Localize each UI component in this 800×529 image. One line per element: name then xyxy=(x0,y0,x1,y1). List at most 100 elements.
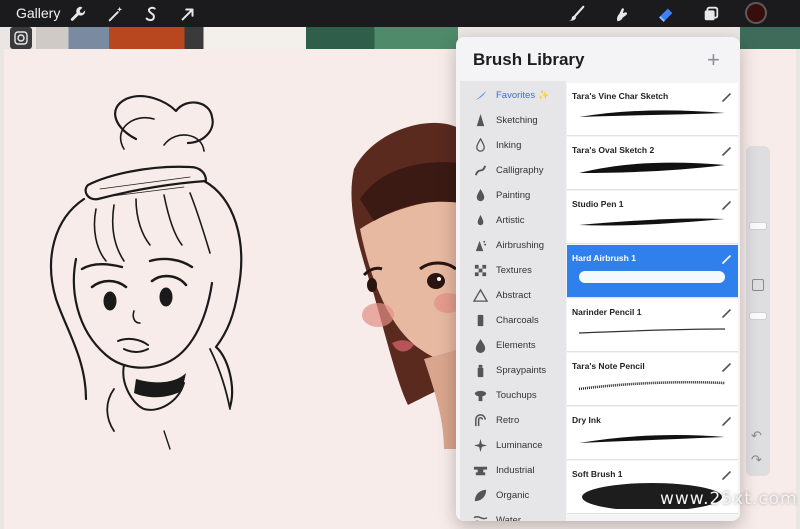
panel-title: Brush Library xyxy=(473,50,585,69)
triangle-icon xyxy=(468,287,492,305)
eraser-icon[interactable] xyxy=(655,3,677,25)
reference-toggle-button[interactable] xyxy=(10,27,32,49)
selection-icon[interactable] xyxy=(141,3,163,25)
brush-set-label: Retro xyxy=(496,415,520,426)
brush-set-textures[interactable]: Textures xyxy=(460,258,566,283)
redo-icon[interactable]: ↷ xyxy=(751,452,762,468)
brush-edit-icon[interactable] xyxy=(722,413,732,426)
paint-drop-icon xyxy=(468,187,492,205)
brush-set-spraypaints[interactable]: Spraypaints xyxy=(460,358,566,383)
brush-set-label: Calligraphy xyxy=(496,165,544,176)
brush-name: Hard Airbrush 1 xyxy=(572,253,636,263)
calligraphy-icon xyxy=(468,162,492,180)
sparkle-icon xyxy=(468,437,492,455)
water-icon xyxy=(468,512,492,521)
brush-stroke-preview xyxy=(577,101,727,131)
brush-set-elements[interactable]: Elements xyxy=(460,333,566,358)
reference-image-strip-2 xyxy=(306,27,458,49)
brush-set-retro[interactable]: Retro xyxy=(460,408,566,433)
colored-girl-drawing xyxy=(351,122,462,449)
brush-edit-icon[interactable] xyxy=(722,467,732,480)
brush-set-label: Industrial xyxy=(496,465,535,476)
brush-edit-icon[interactable] xyxy=(722,305,732,318)
spray-can-icon xyxy=(468,362,492,380)
add-brush-button[interactable]: + xyxy=(707,49,720,71)
reference-image-strip xyxy=(36,27,306,49)
anvil-icon xyxy=(468,462,492,480)
brush-set-airbrushing[interactable]: Airbrushing xyxy=(460,233,566,258)
brush-set-label: Water xyxy=(496,515,521,521)
brush-set-list: Favorites ✨ Sketching Inking Calligraphy Pain… xyxy=(460,81,566,521)
brush-name: Tara's Vine Char Sketch xyxy=(572,91,669,101)
brush-set-water[interactable]: Water xyxy=(460,508,566,521)
brush-name: Dry Ink xyxy=(572,415,601,425)
brush-item[interactable]: Tara's Oval Sketch 2 xyxy=(567,137,738,190)
transform-arrow-icon[interactable] xyxy=(177,3,199,25)
brush-stroke-preview xyxy=(577,155,727,185)
retro-icon xyxy=(468,412,492,430)
leaf-icon xyxy=(468,487,492,505)
artistic-drop-icon xyxy=(468,212,492,230)
modify-button[interactable] xyxy=(752,279,764,291)
brush-set-label: Painting xyxy=(496,190,531,201)
brush-library-panel: Brush Library + Favorites ✨ Sketching Inkin… xyxy=(456,37,740,521)
brush-set-favorites[interactable]: Favorites ✨ xyxy=(460,83,566,108)
airbrush-icon xyxy=(468,237,492,255)
brush-item[interactable]: Narinder Pencil 1 xyxy=(567,299,738,352)
brush-set-label: Airbrushing xyxy=(496,240,545,251)
brush-stroke-preview xyxy=(577,425,727,455)
sparkle-icon: ✨ xyxy=(538,90,550,100)
brush-edit-icon[interactable] xyxy=(722,143,732,156)
watermark: www.25xt.com xyxy=(660,489,798,509)
brush-name: Soft Brush 1 xyxy=(572,469,623,479)
pencil-tip-icon xyxy=(468,112,492,130)
brush-item[interactable]: Hard Airbrush 1 xyxy=(567,245,738,298)
brush-set-label: Favorites xyxy=(496,90,536,101)
brush-set-abstract[interactable]: Abstract xyxy=(460,283,566,308)
brush-set-label: Textures xyxy=(496,265,532,276)
opacity-slider-thumb[interactable] xyxy=(749,312,767,320)
brush-edit-icon[interactable] xyxy=(722,197,732,210)
brush-set-luminance[interactable]: Luminance xyxy=(460,433,566,458)
undo-icon[interactable]: ↶ xyxy=(751,428,762,444)
color-swatch-button[interactable] xyxy=(745,2,767,24)
brush-set-label: Charcoals xyxy=(496,315,539,326)
magic-wand-icon[interactable] xyxy=(105,3,127,25)
brush-item[interactable]: Tara's Vine Char Sketch xyxy=(567,83,738,136)
brush-set-sketching[interactable]: Sketching xyxy=(460,108,566,133)
brush-item[interactable]: Studio Pen 1 xyxy=(567,191,738,244)
brush-size-slider-thumb[interactable] xyxy=(749,222,767,230)
brush-name: Narinder Pencil 1 xyxy=(572,307,642,317)
brush-set-label: Inking xyxy=(496,140,522,151)
brush-item[interactable]: Dry Ink xyxy=(567,407,738,460)
brush-set-artistic[interactable]: Artistic xyxy=(460,208,566,233)
brush-stroke-preview xyxy=(577,371,727,401)
brush-set-organic[interactable]: Organic xyxy=(460,483,566,508)
brush-set-painting[interactable]: Painting xyxy=(460,183,566,208)
checker-icon xyxy=(468,262,492,280)
layers-icon[interactable] xyxy=(700,3,722,25)
brush-edit-icon[interactable] xyxy=(722,89,732,102)
brush-set-label: Luminance xyxy=(496,440,543,451)
smudge-icon[interactable] xyxy=(610,3,632,25)
brush-item[interactable]: Tara's Note Pencil xyxy=(567,353,738,406)
brush-edit-icon[interactable] xyxy=(722,359,732,372)
wrench-icon[interactable] xyxy=(67,3,89,25)
gallery-button[interactable]: Gallery xyxy=(16,5,60,21)
brush-set-inking[interactable]: Inking xyxy=(460,133,566,158)
brush-name: Studio Pen 1 xyxy=(572,199,624,209)
reference-image-strip-3 xyxy=(740,27,800,49)
brush-icon[interactable] xyxy=(566,3,588,25)
brush-set-calligraphy[interactable]: Calligraphy xyxy=(460,158,566,183)
brush-edit-icon[interactable] xyxy=(722,251,732,264)
brush-stroke-preview xyxy=(577,209,727,239)
brush-set-label: Spraypaints xyxy=(496,365,547,376)
brush-set-label: Elements xyxy=(496,340,536,351)
touchup-icon xyxy=(468,387,492,405)
brush-set-industrial[interactable]: Industrial xyxy=(460,458,566,483)
ink-drop-icon xyxy=(468,137,492,155)
side-slider-bar: ↶ ↷ xyxy=(746,146,770,476)
brush-set-touchups[interactable]: Touchups xyxy=(460,383,566,408)
brush-set-charcoals[interactable]: Charcoals xyxy=(460,308,566,333)
brush-set-label: Artistic xyxy=(496,215,525,226)
